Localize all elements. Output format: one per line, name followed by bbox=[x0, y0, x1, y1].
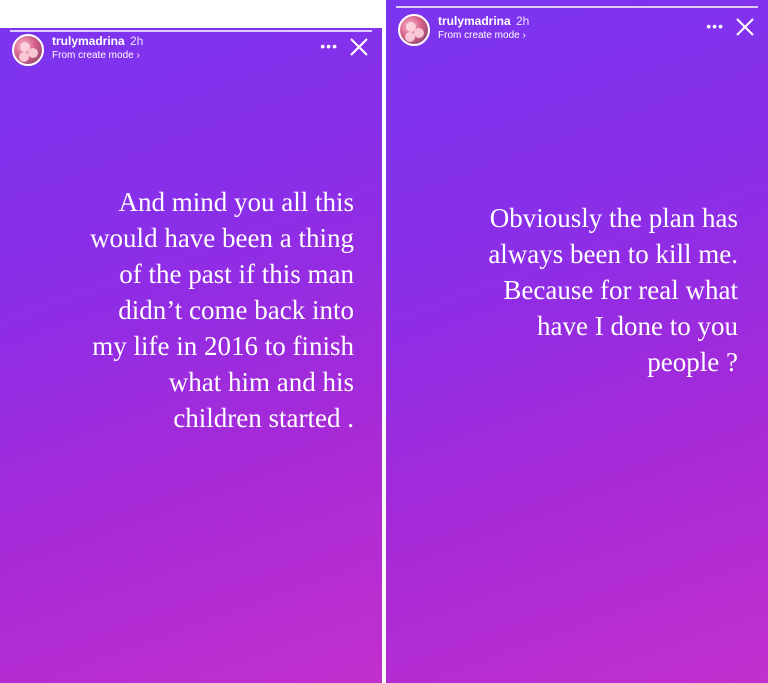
more-icon[interactable]: ••• bbox=[320, 38, 338, 54]
close-icon[interactable] bbox=[348, 36, 370, 58]
story-header: trulymadrina 2h From create mode › ••• bbox=[10, 32, 372, 74]
story-text: And mind you all this would have been a … bbox=[20, 184, 354, 436]
story-text-line: Because for real what bbox=[503, 275, 738, 305]
story-progress-bar bbox=[396, 6, 758, 8]
story-text-line: And mind you all this bbox=[118, 187, 355, 217]
story-text-line: would have been a thing bbox=[90, 223, 354, 253]
close-icon[interactable] bbox=[734, 16, 756, 38]
story-text: Obviously the plan has always been to ki… bbox=[426, 200, 738, 380]
story-text-line: always been to kill me. bbox=[488, 239, 738, 269]
username[interactable]: trulymadrina bbox=[438, 14, 511, 28]
story-text-line: Obviously the plan has bbox=[489, 203, 738, 233]
story-panel-right[interactable]: trulymadrina 2h From create mode › ••• O… bbox=[386, 0, 768, 683]
story-text-line: didn’t come back into bbox=[118, 295, 354, 325]
username[interactable]: trulymadrina bbox=[52, 34, 125, 48]
create-mode-link[interactable]: From create mode › bbox=[52, 50, 140, 61]
story-text-line: my life in 2016 to finish bbox=[92, 331, 354, 361]
story-panel-left[interactable]: trulymadrina 2h From create mode › ••• A… bbox=[0, 0, 382, 683]
create-mode-link[interactable]: From create mode › bbox=[438, 30, 526, 41]
story-text-line: of the past if this man bbox=[119, 259, 354, 289]
white-top-strip bbox=[0, 0, 382, 28]
post-time: 2h bbox=[130, 34, 144, 48]
story-text-line: what him and his bbox=[168, 367, 354, 397]
story-header: trulymadrina 2h From create mode › ••• bbox=[396, 12, 758, 54]
avatar[interactable] bbox=[12, 34, 44, 66]
avatar[interactable] bbox=[398, 14, 430, 46]
story-text-line: children started . bbox=[173, 403, 354, 433]
story-text-line: people ? bbox=[647, 347, 738, 377]
more-icon[interactable]: ••• bbox=[706, 18, 724, 34]
post-time: 2h bbox=[516, 14, 530, 28]
story-text-line: have I done to you bbox=[537, 311, 738, 341]
